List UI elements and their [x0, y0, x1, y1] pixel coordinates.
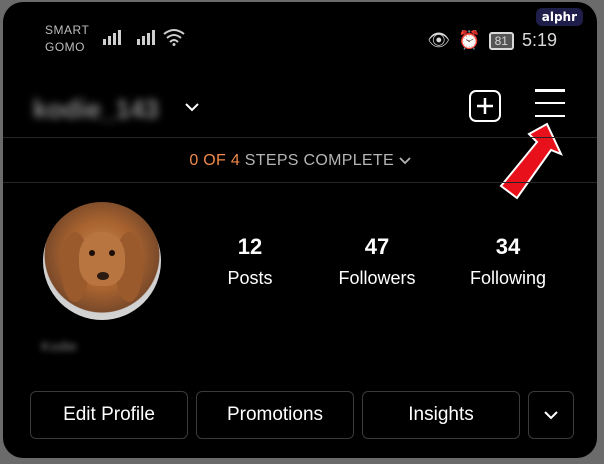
divider — [3, 182, 597, 183]
insights-button[interactable]: Insights — [362, 391, 520, 439]
plus-icon — [477, 98, 493, 114]
divider — [3, 137, 597, 138]
avatar[interactable] — [43, 202, 161, 320]
phone-screen: SMART GOMO 👁 ⏰ 81 5:19 alphr kodie_143 0… — [3, 2, 597, 458]
avatar-part — [97, 272, 109, 280]
carrier-label: SMART GOMO — [45, 22, 89, 56]
menu-button[interactable] — [535, 89, 565, 117]
battery-icon: 81 — [488, 31, 514, 50]
steps-progress: 0 OF 4 — [189, 152, 241, 169]
steps-label: STEPS COMPLETE — [244, 152, 394, 169]
display-name: Kodie — [41, 338, 77, 354]
posts-count: 12 — [237, 234, 263, 259]
status-bar: SMART GOMO 👁 ⏰ 81 5:19 — [3, 2, 597, 62]
steps-complete-banner[interactable]: 0 OF 4 STEPS COMPLETE — [3, 152, 597, 170]
clock: 5:19 — [521, 30, 557, 50]
avatar-part — [109, 250, 115, 256]
chevron-down-icon — [544, 410, 558, 419]
alarm-icon: ⏰ — [458, 30, 481, 50]
wifi-icon — [163, 29, 185, 46]
following-count: 34 — [495, 234, 521, 259]
status-right: 👁 ⏰ 81 5:19 — [427, 30, 557, 51]
chevron-down-icon[interactable] — [185, 102, 199, 112]
eye-comfort-icon: 👁 — [427, 30, 451, 50]
followers-stat[interactable]: 47 Followers — [331, 234, 423, 289]
watermark-badge: alphr — [535, 8, 583, 26]
edit-profile-button[interactable]: Edit Profile — [30, 391, 188, 439]
menu-line — [535, 89, 565, 92]
username[interactable]: kodie_143 — [33, 94, 159, 125]
followers-label: Followers — [338, 268, 416, 288]
carrier-line-1: SMART — [45, 23, 90, 37]
posts-stat[interactable]: 12 Posts — [215, 234, 285, 289]
signal-icon — [103, 30, 121, 45]
suggestions-toggle-button[interactable] — [528, 391, 574, 439]
following-label: Following — [469, 268, 547, 288]
menu-line — [535, 114, 565, 117]
menu-line — [535, 101, 565, 105]
promotions-button[interactable]: Promotions — [196, 391, 354, 439]
avatar-part — [89, 250, 95, 256]
chevron-down-icon — [399, 157, 411, 165]
followers-count: 47 — [364, 234, 390, 259]
carrier-line-2: GOMO — [45, 40, 85, 54]
following-stat[interactable]: 34 Following — [461, 234, 555, 289]
signal-icon-2 — [137, 30, 155, 45]
new-post-button[interactable] — [469, 90, 501, 122]
posts-label: Posts — [227, 268, 273, 288]
